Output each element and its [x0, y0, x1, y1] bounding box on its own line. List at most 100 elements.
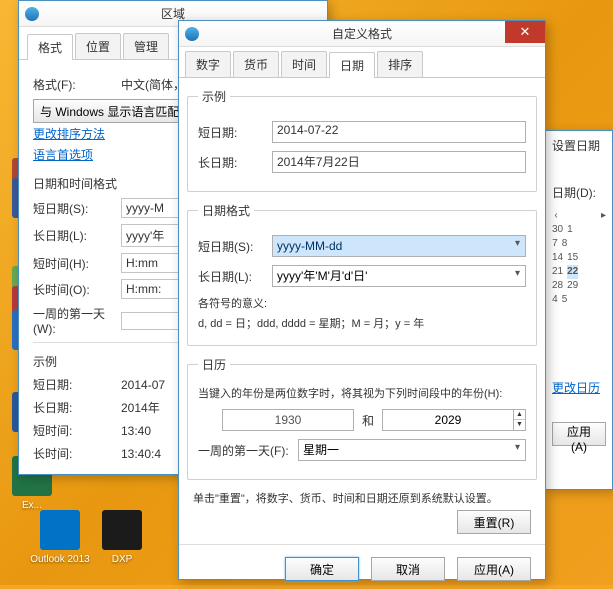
tab-日期[interactable]: 日期: [329, 52, 375, 78]
calendar-cell[interactable]: [603, 279, 606, 293]
apply-button-right[interactable]: 应用(A): [552, 422, 606, 446]
calendar-cell[interactable]: 8: [562, 237, 568, 251]
format-row-label: 长日期(L):: [33, 227, 121, 244]
tab-时间[interactable]: 时间: [281, 51, 327, 77]
example-row-value: 13:40:4: [121, 447, 161, 461]
calendar-cell[interactable]: [577, 223, 581, 237]
custom-title: 自定义格式: [332, 25, 392, 42]
apply-button[interactable]: 应用(A): [457, 557, 531, 581]
tab-数字[interactable]: 数字: [185, 51, 231, 77]
calendar-cell[interactable]: [589, 279, 592, 293]
set-date-title: 设置日期: [552, 137, 606, 154]
first-day-select[interactable]: 星期一: [298, 439, 526, 461]
calendar-cell[interactable]: [602, 223, 606, 237]
custom-tabs: 数字货币时间日期排序: [179, 47, 545, 78]
calendar-legend: 日历: [198, 356, 230, 373]
custom-format-window: 自定义格式 ✕ 数字货币时间日期排序 示例 短日期: 2014-07-22 长日…: [178, 20, 546, 580]
calendar-cell[interactable]: [582, 265, 585, 279]
example-row-value: 13:40: [121, 424, 151, 438]
calendar-cell[interactable]: [593, 223, 597, 237]
calendar-cell[interactable]: 28: [552, 279, 563, 293]
cancel-button[interactable]: 取消: [371, 557, 445, 581]
example-row-label: 短时间:: [33, 422, 121, 439]
calendar-cell[interactable]: 1: [567, 223, 573, 237]
long-date-format-label: 长日期(L):: [198, 268, 272, 285]
long-date-example-label: 长日期:: [198, 154, 272, 171]
custom-titlebar[interactable]: 自定义格式 ✕: [179, 21, 545, 47]
long-date-format-select[interactable]: yyyy'年'M'月'd'日': [272, 265, 526, 287]
example-row-value: 2014年: [121, 399, 160, 416]
date-format-legend: 日期格式: [198, 202, 254, 219]
example-row-value: 2014-07: [121, 378, 165, 392]
long-date-example-value: 2014年7月22日: [272, 151, 526, 173]
app-icon: [40, 510, 80, 550]
calendar-cell[interactable]: [600, 293, 606, 307]
calendar-cell[interactable]: 15: [567, 251, 578, 265]
calendar-cell[interactable]: [600, 237, 606, 251]
calendar-fieldset: 日历 当键入的年份是两位数字时，将其视为下列时间段中的年份(H): 和 ▲▼ 一…: [187, 356, 537, 480]
calendar-cell[interactable]: ▸: [600, 209, 606, 223]
short-date-example-value: 2014-07-22: [272, 121, 526, 143]
calendar-cell[interactable]: 5: [562, 293, 568, 307]
calendar-cell[interactable]: [591, 293, 597, 307]
ok-button[interactable]: 确定: [285, 557, 359, 581]
mini-calendar[interactable]: ‹ ▸ 30 17814 15 21 22 28 29 45: [552, 209, 606, 307]
globe-icon: [185, 27, 199, 41]
calendar-cell[interactable]: [596, 251, 599, 265]
calendar-cell[interactable]: 4: [552, 293, 558, 307]
reset-button[interactable]: 重置(R): [457, 510, 531, 534]
year-end-input[interactable]: [382, 409, 514, 431]
tab-位置[interactable]: 位置: [75, 33, 121, 59]
desktop-icon[interactable]: DXP: [92, 510, 152, 565]
calendar-cell[interactable]: [582, 279, 585, 293]
reset-hint: 单击"重置"，将数字、货币、时间和日期还原到系统默认设置。: [193, 490, 531, 506]
set-date-window: 设置日期 日期(D): ‹▸3017814152122282945 更改日历 应…: [545, 130, 613, 490]
calendar-cell[interactable]: [603, 265, 606, 279]
short-date-format-label: 短日期(S):: [198, 238, 272, 255]
calendar-cell[interactable]: [596, 279, 599, 293]
calendar-cell[interactable]: [596, 265, 599, 279]
calendar-cell[interactable]: [571, 237, 577, 251]
example-row-label: 长时间:: [33, 445, 121, 462]
tab-管理[interactable]: 管理: [123, 33, 169, 59]
calendar-cell[interactable]: [571, 293, 577, 307]
example-row-label: 长日期:: [33, 399, 121, 416]
format-label: 格式(F):: [33, 76, 121, 93]
tab-货币[interactable]: 货币: [233, 51, 279, 77]
example-fieldset: 示例 短日期: 2014-07-22 长日期: 2014年7月22日: [187, 88, 537, 192]
calendar-cell[interactable]: [585, 223, 589, 237]
calendar-cell[interactable]: 14: [552, 251, 563, 265]
first-day-label: 一周的第一天(F):: [198, 442, 298, 459]
calendar-cell[interactable]: [591, 209, 597, 223]
calendar-cell[interactable]: [581, 293, 587, 307]
calendar-cell[interactable]: [571, 209, 577, 223]
calendar-cell[interactable]: [562, 209, 568, 223]
change-sort-link[interactable]: 更改排序方法: [33, 125, 105, 142]
calendar-cell[interactable]: [582, 251, 585, 265]
calendar-cell[interactable]: [581, 237, 587, 251]
and-label: 和: [362, 412, 374, 429]
calendar-cell[interactable]: 7: [552, 237, 558, 251]
close-button[interactable]: ✕: [505, 21, 545, 43]
globe-icon: [25, 7, 39, 21]
lang-pref-link[interactable]: 语言首选项: [33, 146, 93, 163]
calendar-cell[interactable]: [589, 265, 592, 279]
calendar-cell[interactable]: 22: [567, 265, 578, 279]
year-start-input: [222, 409, 354, 431]
change-calendar-link[interactable]: 更改日历: [552, 379, 600, 396]
calendar-cell[interactable]: ‹: [552, 209, 558, 223]
tab-格式[interactable]: 格式: [27, 34, 73, 60]
short-date-format-select[interactable]: yyyy-MM-dd: [272, 235, 526, 257]
desktop-icon[interactable]: Outlook 2013: [30, 510, 90, 565]
calendar-cell[interactable]: 30: [552, 223, 563, 237]
two-digit-year-label: 当键入的年份是两位数字时，将其视为下列时间段中的年份(H):: [198, 385, 526, 401]
calendar-cell[interactable]: 29: [567, 279, 578, 293]
calendar-cell[interactable]: 21: [552, 265, 563, 279]
example-row-label: 短日期:: [33, 376, 121, 393]
year-end-spinner[interactable]: ▲▼: [514, 409, 526, 431]
calendar-cell[interactable]: [591, 237, 597, 251]
calendar-cell[interactable]: [603, 251, 606, 265]
calendar-cell[interactable]: [581, 209, 587, 223]
calendar-cell[interactable]: [589, 251, 592, 265]
tab-排序[interactable]: 排序: [377, 51, 423, 77]
